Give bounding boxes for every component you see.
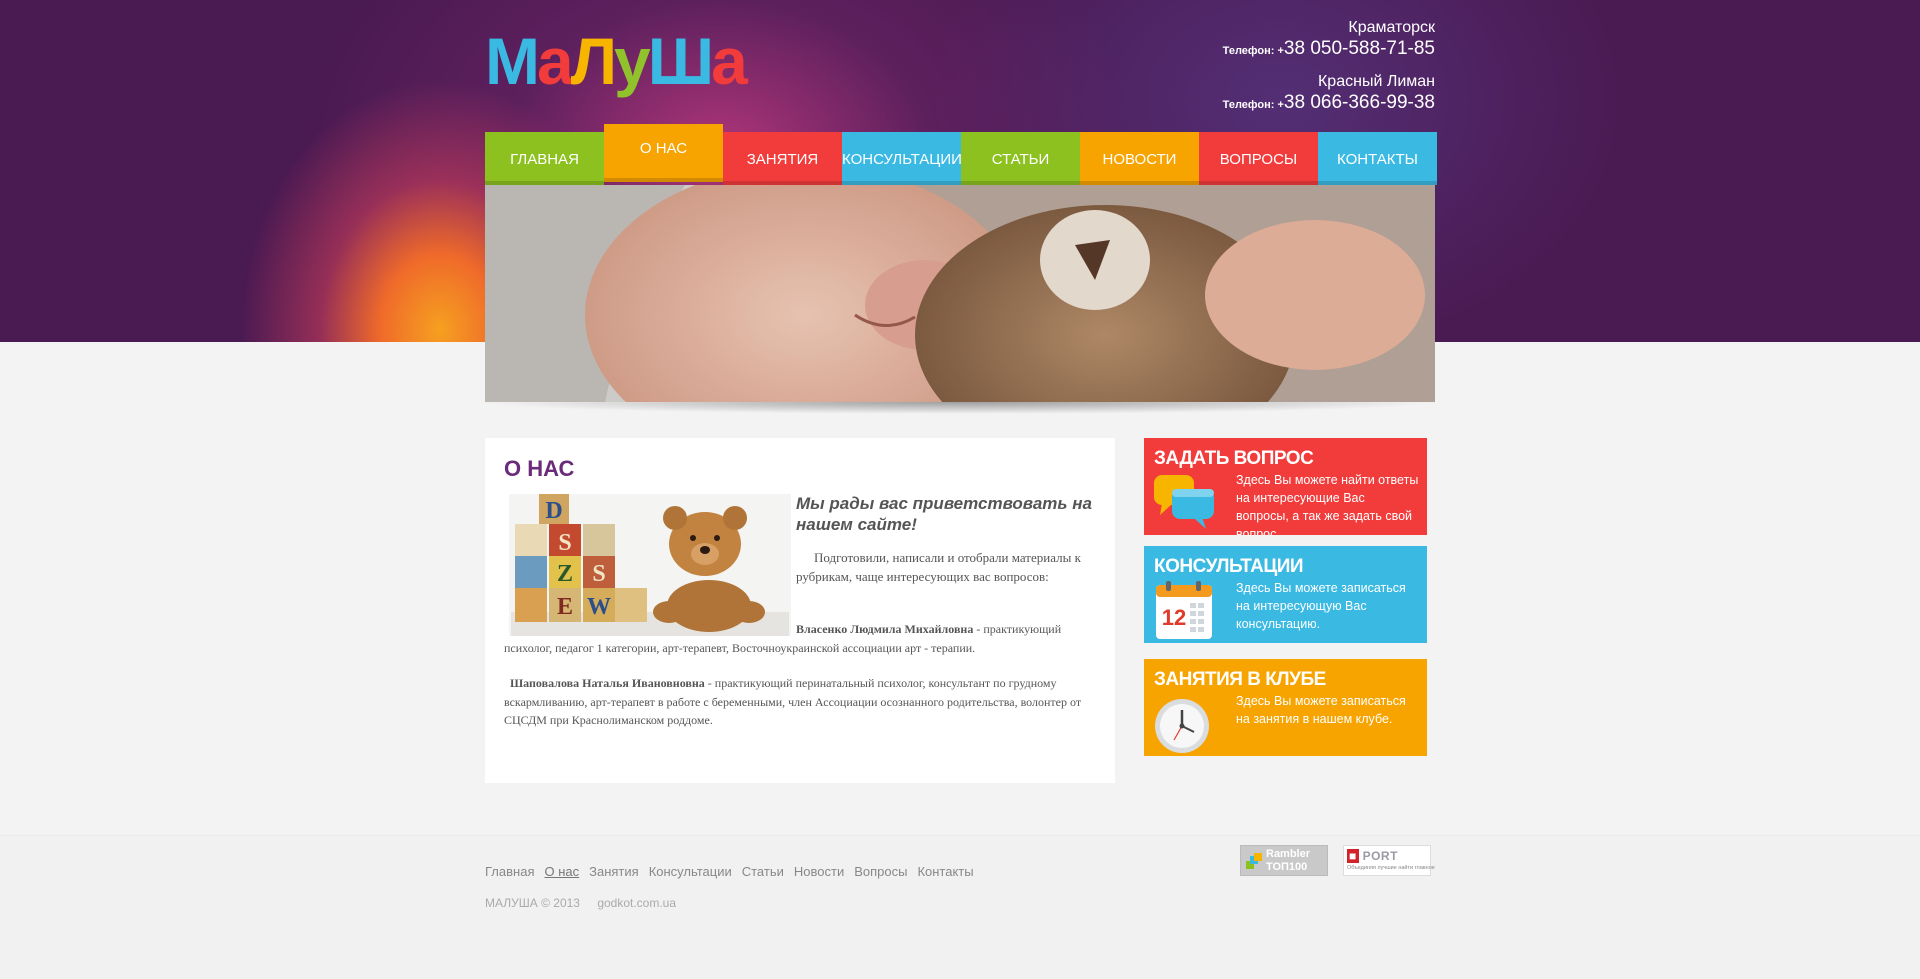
footer-link[interactable]: Вопросы [854,864,907,879]
consultations-text: Здесь Вы можете записаться на интересующ… [1236,581,1406,631]
nav-item[interactable]: Консультации [842,132,961,185]
footer-link[interactable]: Статьи [742,864,784,879]
contact-kramatorsk: Краматорск Телефон: +38 050-588-71-85 [1223,18,1435,62]
person2-name: Шаповалова Наталья Ивановновна [510,676,705,690]
person1-desc-a: - практикующий [973,622,1062,636]
svg-text:Z: Z [557,561,573,587]
person2-paragraph: Шаповалова Наталья Ивановновна - практик… [504,674,1104,730]
svg-text:E: E [557,594,573,620]
club-classes-text: Здесь Вы можете записаться на занятия в … [1236,694,1406,726]
logo-letter: а [711,24,748,98]
svg-text:W: W [587,594,611,620]
clock-icon [1155,699,1209,753]
svg-text:D: D [545,498,562,524]
person1-line2: психолог, педагог 1 категории, арт-терап… [504,641,976,655]
logo-letter: М [485,24,540,98]
person1-name: Власенко Людмила Михайловна [796,622,974,636]
nav-item[interactable]: Статьи [961,132,1080,185]
hero-shadow [485,402,1435,424]
footer-domain[interactable]: godkot.com.ua [597,896,676,910]
logo-letter: Ш [647,24,714,98]
blocks-and-teddy-image: D S Z S E W [509,494,791,636]
counter-line2: ТОП100 [1266,861,1308,873]
site-logo[interactable]: МаЛуШа [485,24,748,98]
welcome-heading: Мы рады вас приветствовать на нашем сайт… [796,494,1092,534]
footer-link[interactable]: Консультации [649,864,732,879]
page-wrapper: МаЛуШа Краматорск Телефон: +38 050-588-7… [485,0,1437,979]
club-classes-box[interactable]: Занятия в клубе Здесь Вы можете записать… [1144,659,1427,756]
footer-link[interactable]: Контакты [917,864,973,879]
calendar-day: 12 [1162,605,1186,630]
port-subtitle: Объединяя лучшие найти главное [1347,865,1435,871]
phone-number: 38 066-366-99-38 [1283,92,1435,113]
page-title: О НАС [504,456,575,481]
nav-item[interactable]: Вопросы [1199,132,1318,185]
consultations-title: Консультации [1154,556,1304,577]
svg-text:S: S [592,561,605,587]
port-counter[interactable]: ■ PORT Объединяя лучшие найти главное [1343,845,1435,876]
logo-letter: у [614,24,651,98]
svg-text:S: S [558,530,571,556]
nav-item[interactable]: Занятия [723,132,842,185]
consultations-box[interactable]: Консультации 12 Здесь Вы можете записать… [1144,546,1427,643]
ask-question-box[interactable]: Задать вопрос Здесь Вы можете найти отве… [1144,438,1427,535]
footer-link[interactable]: О нас [544,864,579,879]
nav-item[interactable]: Контакты [1318,132,1437,185]
logo-letter: Л [570,24,617,98]
contact-city: Красный Лиман [1317,73,1435,90]
person1-line1: Власенко Людмила Михайловна - практикующ… [796,620,1096,639]
contacts-block: Краматорск Телефон: +38 050-588-71-85 Кр… [1223,18,1435,116]
hero-illustration [485,185,1435,402]
main-nav: Главная О нас Занятия Консультации Статьи Нов… [485,124,1437,185]
nav-item[interactable]: Новости [1080,132,1199,185]
about-panel: О НАС D S Z S E W Мы рады вас приветство… [485,438,1115,783]
port-logo-text: PORT [1362,849,1398,863]
footer-link[interactable]: Новости [794,864,844,879]
footer-link[interactable]: Главная [485,864,534,879]
nav-item[interactable]: Главная [485,132,604,185]
counter-line1: Rambler [1266,848,1311,860]
phone-label: Телефон: + [1222,99,1284,111]
logo-letter: а [536,24,574,98]
ask-question-text: Здесь Вы можете найти ответы на интересу… [1236,473,1419,535]
contact-city: Краматорск [1348,19,1435,36]
rambler-logo-icon [1246,853,1262,869]
club-classes-title: Занятия в клубе [1154,669,1326,690]
rambler-top100-counter[interactable]: Rambler ТОП100 [1240,845,1328,876]
footer-nav: Главная О нас Занятия Консультации Статьи Нов… [485,864,984,879]
footer-link[interactable]: Занятия [589,864,639,879]
copyright-text: МАЛУША © 2013 [485,896,580,910]
nav-item[interactable]: О нас [604,124,723,182]
port-logo-icon: ■ [1347,849,1359,863]
calendar-icon: 12 [1156,581,1212,639]
speech-bubbles-icon [1154,475,1214,529]
hero-image-sleeping-baby [485,185,1435,402]
contact-krasny-liman: Красный Лиман Телефон: +38 066-366-99-38 [1223,72,1435,116]
phone-label: Телефон: + [1222,45,1284,57]
intro-paragraph: Подготовили, написали и отобрали материа… [796,550,1081,584]
phone-number: 38 050-588-71-85 [1283,38,1435,59]
footer-copyright: МАЛУША © 2013 godkot.com.ua [485,896,690,910]
ask-question-title: Задать вопрос [1154,448,1314,469]
